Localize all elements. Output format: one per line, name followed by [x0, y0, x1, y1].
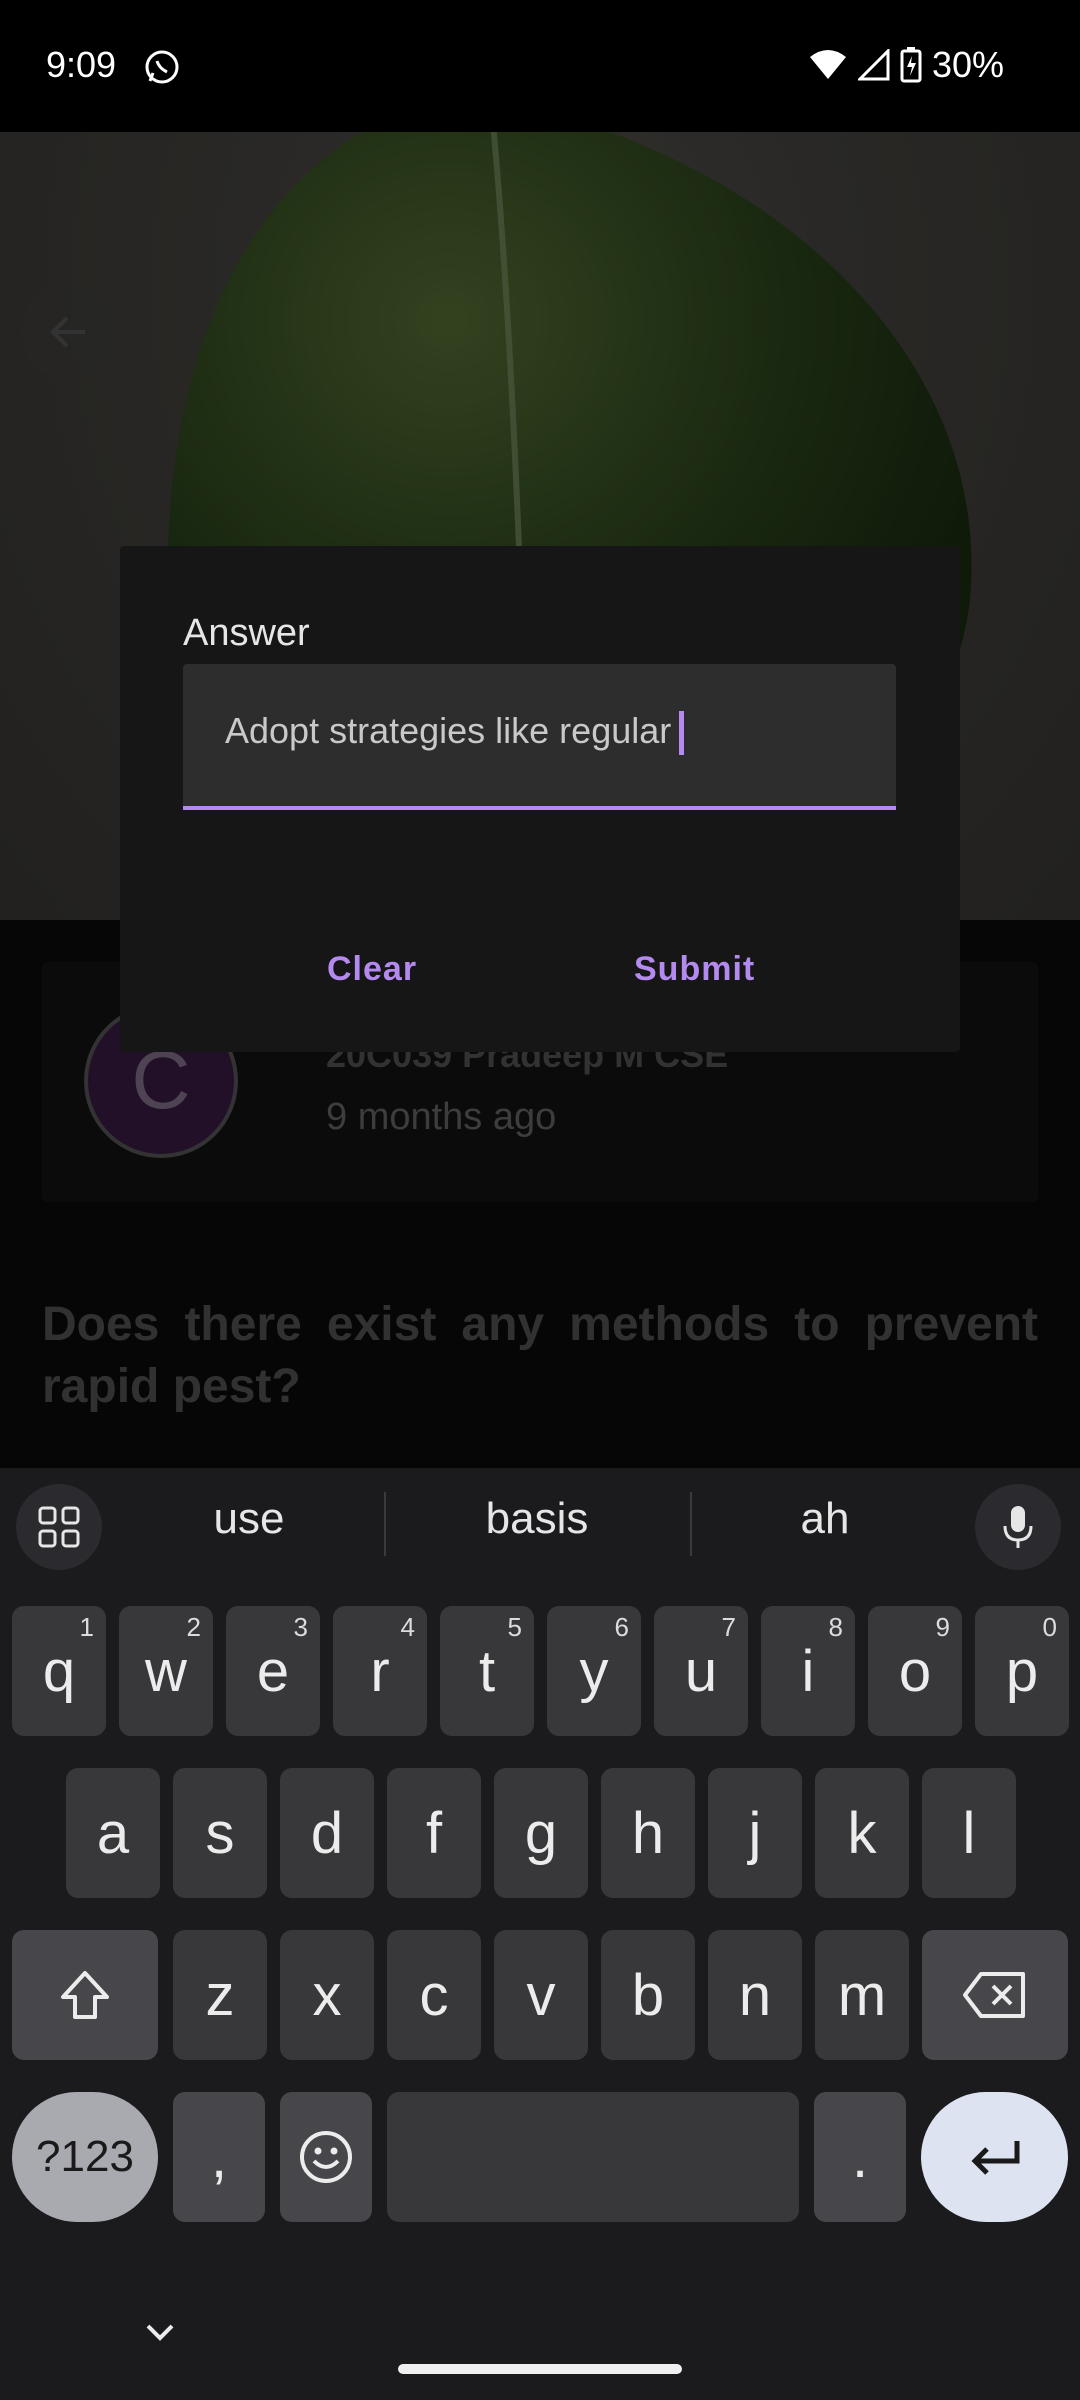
key-hint: 9: [935, 1612, 950, 1642]
key-y[interactable]: y6: [547, 1606, 641, 1736]
key-m[interactable]: m: [815, 1930, 909, 2060]
key-hint: 8: [828, 1612, 843, 1642]
key-c[interactable]: c: [387, 1930, 481, 2060]
key-hint: 7: [721, 1612, 736, 1642]
suggestion-bar: use basis ah: [0, 1468, 1080, 1580]
key-z[interactable]: z: [173, 1930, 267, 2060]
key-q[interactable]: q1: [12, 1606, 106, 1736]
key-f[interactable]: f: [387, 1768, 481, 1898]
submit-button[interactable]: Submit: [634, 950, 755, 989]
answer-input[interactable]: Adopt strategies like regular: [183, 664, 896, 810]
status-right: 30%: [808, 44, 1004, 86]
key-label: e: [256, 1638, 290, 1704]
key-g[interactable]: g: [494, 1768, 588, 1898]
key-h[interactable]: h: [601, 1768, 695, 1898]
key-u[interactable]: u7: [654, 1606, 748, 1736]
key-hint: 2: [186, 1612, 201, 1642]
key-hint: 0: [1042, 1612, 1057, 1642]
suggestion-3[interactable]: ah: [680, 1494, 970, 1544]
key-label: o: [898, 1638, 932, 1704]
shift-key[interactable]: [12, 1930, 158, 2060]
hide-keyboard-icon[interactable]: [142, 2320, 178, 2344]
whatsapp-icon: [145, 50, 179, 84]
key-label: y: [579, 1638, 609, 1704]
key-k[interactable]: k: [815, 1768, 909, 1898]
key-l[interactable]: l: [922, 1768, 1016, 1898]
key-hint: 5: [507, 1612, 522, 1642]
enter-icon: [970, 2141, 1019, 2175]
shift-icon: [61, 1971, 109, 2019]
suggestion-divider: [384, 1492, 386, 1556]
enter-key[interactable]: [921, 2092, 1068, 2222]
key-hint: 6: [614, 1612, 629, 1642]
voice-input-button[interactable]: [975, 1484, 1061, 1570]
key-hint: 4: [400, 1612, 415, 1642]
suggestion-1[interactable]: use: [104, 1494, 394, 1544]
key-s[interactable]: s: [173, 1768, 267, 1898]
status-time: 9:09: [46, 44, 117, 85]
answer-input-text: Adopt strategies like regular: [225, 710, 685, 756]
status-bar: 9:09 30%: [0, 0, 1080, 132]
symbols-key[interactable]: ?123: [12, 2092, 158, 2222]
grid-icon: [38, 1506, 80, 1548]
key-b[interactable]: b: [601, 1930, 695, 2060]
key-r[interactable]: r4: [333, 1606, 427, 1736]
battery-percent: 30%: [931, 44, 1004, 85]
backspace-icon: [963, 1972, 1025, 2018]
backspace-key[interactable]: [922, 1930, 1068, 2060]
answer-label: Answer: [183, 612, 310, 654]
key-label: r: [370, 1638, 390, 1704]
period-key[interactable]: .: [814, 2092, 906, 2222]
emoji-key[interactable]: [280, 2092, 372, 2222]
battery-icon: [900, 47, 922, 83]
suggestion-2[interactable]: basis: [392, 1494, 682, 1544]
key-label: q: [42, 1638, 76, 1704]
text-cursor: [679, 711, 685, 756]
key-label: p: [1005, 1638, 1039, 1704]
key-o[interactable]: o9: [868, 1606, 962, 1736]
key-p[interactable]: p0: [975, 1606, 1069, 1736]
key-i[interactable]: i8: [761, 1606, 855, 1736]
key-t[interactable]: t5: [440, 1606, 534, 1736]
wifi-icon: [809, 50, 846, 79]
keyboard: use basis ah q1 w2 e3 r4 t5 y6 u7 i8 o9 …: [0, 1468, 1080, 2400]
key-n[interactable]: n: [708, 1930, 802, 2060]
key-label: u: [684, 1638, 718, 1704]
keyboard-menu-button[interactable]: [16, 1484, 102, 1570]
key-w[interactable]: w2: [119, 1606, 213, 1736]
key-a[interactable]: a: [66, 1768, 160, 1898]
comma-key[interactable]: ,: [173, 2092, 265, 2222]
clear-button[interactable]: Clear: [327, 950, 417, 989]
key-hint: 3: [293, 1612, 308, 1642]
key-hint: 1: [79, 1612, 94, 1642]
space-key[interactable]: [387, 2092, 799, 2222]
key-x[interactable]: x: [280, 1930, 374, 2060]
signal-icon: [857, 49, 890, 81]
key-j[interactable]: j: [708, 1768, 802, 1898]
key-label: i: [801, 1638, 815, 1704]
key-label: t: [478, 1638, 496, 1704]
gesture-nav-handle[interactable]: [398, 2364, 682, 2374]
key-v[interactable]: v: [494, 1930, 588, 2060]
mic-icon: [1003, 1506, 1033, 1548]
key-e[interactable]: e3: [226, 1606, 320, 1736]
emoji-icon: [300, 2131, 352, 2183]
key-d[interactable]: d: [280, 1768, 374, 1898]
key-label: w: [145, 1638, 187, 1704]
answer-input-value: Adopt strategies like regular: [225, 710, 672, 751]
